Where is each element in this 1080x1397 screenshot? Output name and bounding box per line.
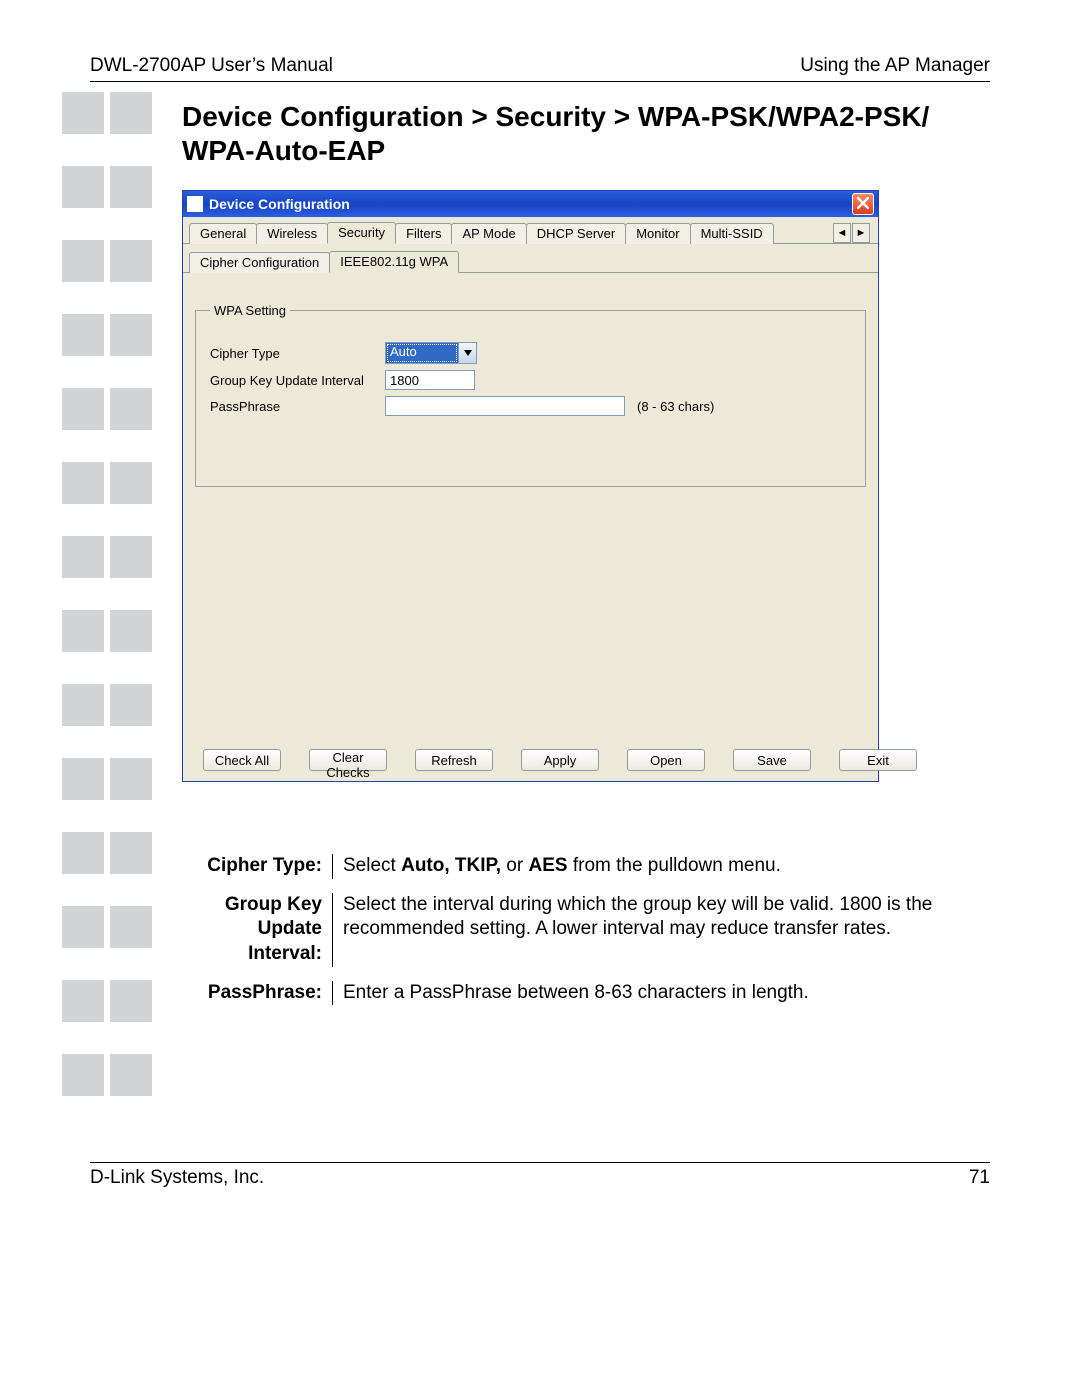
desc-term: Cipher Type: [182,854,333,879]
subtab-ieee80211g-wpa[interactable]: IEEE802.11g WPA [329,251,459,273]
tab-scroll-left[interactable]: ◄ [833,223,851,243]
dialog-title-icon [187,196,203,212]
desc-text: Select [343,855,401,876]
tab-general[interactable]: General [189,223,257,244]
desc-def: Select Auto, TKIP, or AES from the pulld… [333,854,990,879]
sub-tabs: Cipher Configuration IEEE802.11g WPA [183,244,878,273]
tab-multi-ssid[interactable]: Multi-SSID [690,223,774,244]
footer-right: 71 [969,1167,990,1189]
dialog-titlebar: Device Configuration [183,191,878,217]
device-config-dialog: Device Configuration General Wireless Se… [182,190,879,782]
cipher-type-value: Auto [386,343,458,363]
desc-term: PassPhrase: [182,981,333,1006]
main-tabs: General Wireless Security Filters AP Mod… [183,217,878,244]
refresh-button[interactable]: Refresh [415,749,493,771]
group-key-interval-label: Group Key Update Interval [210,373,385,388]
tab-scroll: ◄ ► [833,223,872,243]
descriptions: Cipher Type: Select Auto, TKIP, or AES f… [182,848,990,1019]
chevron-down-icon[interactable] [458,343,476,363]
desc-def: Enter a PassPhrase between 8-63 characte… [333,981,990,1006]
apply-button[interactable]: Apply [521,749,599,771]
passphrase-hint: (8 - 63 chars) [637,399,714,414]
cipher-type-combo[interactable]: Auto [385,342,477,364]
decorative-squares [62,92,152,1128]
group-key-interval-input[interactable] [385,370,475,390]
tab-ap-mode[interactable]: AP Mode [451,223,526,244]
desc-bold: Auto, TKIP, [401,855,501,876]
clear-checks-button[interactable]: Clear Checks [309,749,387,771]
footer-left: D-Link Systems, Inc. [90,1167,264,1189]
tab-dhcp-server[interactable]: DHCP Server [526,223,627,244]
exit-button[interactable]: Exit [839,749,917,771]
desc-text: from the pulldown menu. [568,855,781,876]
header-left: DWL-2700AP User’s Manual [90,55,333,77]
header-right: Using the AP Manager [800,55,990,77]
check-all-button[interactable]: Check All [203,749,281,771]
tab-security[interactable]: Security [327,222,396,244]
page-title: Device Configuration > Security > WPA-PS… [182,100,990,167]
tab-monitor[interactable]: Monitor [625,223,690,244]
tab-scroll-right[interactable]: ► [852,223,870,243]
close-button[interactable] [852,193,874,215]
desc-group-key-interval: Group Key Update Interval: Select the in… [182,893,990,967]
desc-term: Group Key Update Interval: [182,893,333,967]
dialog-buttons: Check All Clear Checks Refresh Apply Ope… [183,743,878,781]
desc-text: or [501,855,528,876]
desc-def: Select the interval during which the gro… [333,893,990,967]
cipher-type-label: Cipher Type [210,346,385,361]
save-button[interactable]: Save [733,749,811,771]
desc-cipher-type: Cipher Type: Select Auto, TKIP, or AES f… [182,854,990,879]
page-footer: D-Link Systems, Inc. 71 [90,1162,990,1189]
open-button[interactable]: Open [627,749,705,771]
desc-bold: AES [528,855,567,876]
dialog-title-text: Device Configuration [209,196,350,212]
wpa-setting-legend: WPA Setting [210,303,290,318]
passphrase-input[interactable] [385,396,625,416]
tab-filters[interactable]: Filters [395,223,452,244]
subtab-cipher-configuration[interactable]: Cipher Configuration [189,252,330,273]
tab-wireless[interactable]: Wireless [256,223,328,244]
close-icon [857,197,869,212]
wpa-setting-group: WPA Setting Cipher Type Auto Group Key U… [195,303,866,487]
dialog-body: WPA Setting Cipher Type Auto Group Key U… [183,273,878,743]
page-header: DWL-2700AP User’s Manual Using the AP Ma… [90,55,990,82]
desc-passphrase: PassPhrase: Enter a PassPhrase between 8… [182,981,990,1006]
passphrase-label: PassPhrase [210,399,385,414]
